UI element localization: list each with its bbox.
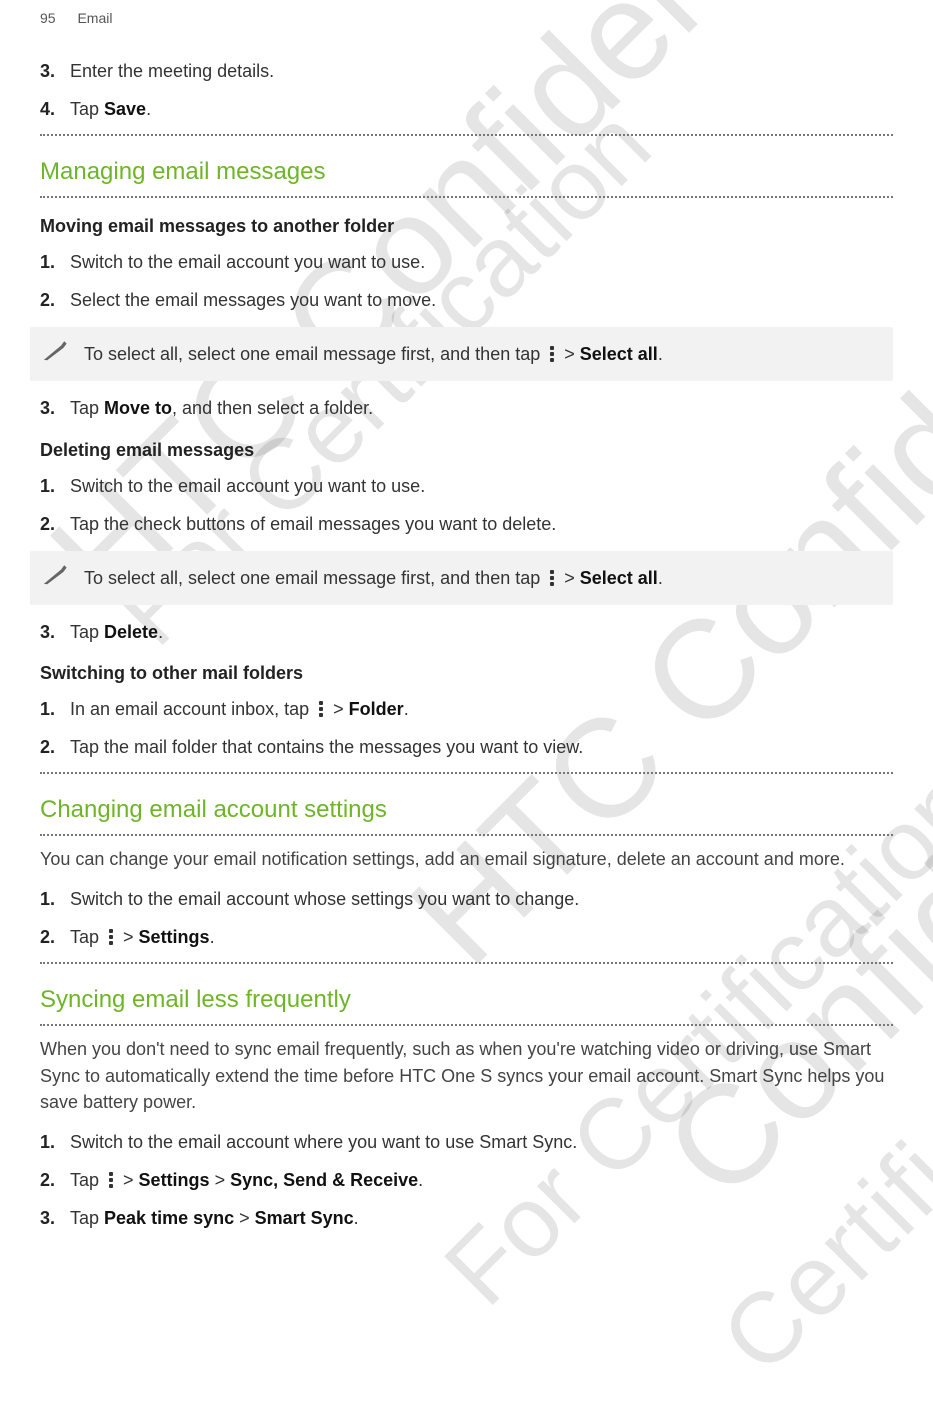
step-text: Enter the meeting details. xyxy=(70,61,274,81)
ui-label: Smart Sync xyxy=(255,1208,354,1228)
step-text: > xyxy=(118,927,139,947)
step-item: 1.Switch to the email account you want t… xyxy=(70,473,893,499)
step-item: 1. In an email account inbox, tap > Fold… xyxy=(70,696,893,722)
tip-text: . xyxy=(658,344,663,364)
ui-label: Settings xyxy=(139,927,210,947)
step-text: > xyxy=(234,1208,255,1228)
step-text: Tap xyxy=(70,1170,104,1190)
step-text: . xyxy=(354,1208,359,1228)
step-text: Tap the check buttons of email messages … xyxy=(70,514,556,534)
pen-icon xyxy=(37,337,72,366)
step-item: 2.Select the email messages you want to … xyxy=(70,287,893,313)
ui-label: Settings xyxy=(139,1170,210,1190)
step-text: > xyxy=(210,1170,231,1190)
step-text: . xyxy=(146,99,151,119)
step-text: Switch to the email account you want to … xyxy=(70,252,425,272)
overflow-menu-icon xyxy=(106,1172,116,1188)
intro-text: When you don't need to sync email freque… xyxy=(40,1036,893,1114)
ui-label: Peak time sync xyxy=(104,1208,234,1228)
section-heading: Managing email messages xyxy=(40,158,893,186)
tip-text: To select all, select one email message … xyxy=(84,344,545,364)
step-text: Switch to the email account you want to … xyxy=(70,476,425,496)
step-item: 2. Tap > Settings > Sync, Send & Receive… xyxy=(70,1167,893,1193)
step-text: Switch to the email account whose settin… xyxy=(70,889,579,909)
ui-label: Sync, Send & Receive xyxy=(230,1170,418,1190)
step-text: Tap xyxy=(70,927,104,947)
ui-label: Save xyxy=(104,99,146,119)
section-heading: Changing email account settings xyxy=(40,796,893,824)
step-item: 3.Enter the meeting details. xyxy=(70,58,893,84)
ui-label: Select all xyxy=(580,568,658,588)
step-text: Select the email messages you want to mo… xyxy=(70,290,436,310)
step-item: 3. Tap Move to, and then select a folder… xyxy=(70,395,893,421)
step-text: Tap xyxy=(70,398,104,418)
overflow-menu-icon xyxy=(316,701,326,717)
intro-text: You can change your email notification s… xyxy=(40,846,893,872)
page-number: 95 xyxy=(40,10,56,26)
step-item: 3. Tap Delete. xyxy=(70,619,893,645)
step-item: 1.Switch to the email account whose sett… xyxy=(70,886,893,912)
tip-text: To select all, select one email message … xyxy=(84,568,545,588)
step-text: Tap xyxy=(70,99,104,119)
step-text: , and then select a folder. xyxy=(172,398,373,418)
tip-box: To select all, select one email message … xyxy=(30,327,893,381)
step-text: Tap xyxy=(70,622,104,642)
step-text: . xyxy=(404,699,409,719)
subsection-heading: Deleting email messages xyxy=(40,440,893,461)
ui-label: Folder xyxy=(349,699,404,719)
step-text: . xyxy=(158,622,163,642)
step-item: 3. Tap Peak time sync > Smart Sync. xyxy=(70,1205,893,1231)
section-name: Email xyxy=(77,10,112,26)
subsection-heading: Switching to other mail folders xyxy=(40,663,893,684)
step-text: Tap the mail folder that contains the me… xyxy=(70,737,583,757)
ui-label: Delete xyxy=(104,622,158,642)
subsection-heading: Moving email messages to another folder xyxy=(40,216,893,237)
step-text: Switch to the email account where you wa… xyxy=(70,1132,577,1152)
step-item: 1.Switch to the email account where you … xyxy=(70,1129,893,1155)
section-heading: Syncing email less frequently xyxy=(40,986,893,1014)
overflow-menu-icon xyxy=(547,570,557,586)
step-item: 2.Tap the check buttons of email message… xyxy=(70,511,893,537)
tip-text: > xyxy=(559,568,580,588)
step-item: 4. Tap Save. xyxy=(70,96,893,122)
step-text: . xyxy=(418,1170,423,1190)
overflow-menu-icon xyxy=(106,929,116,945)
pen-icon xyxy=(37,560,72,589)
tip-text: > xyxy=(559,344,580,364)
step-text: . xyxy=(210,927,215,947)
ui-label: Select all xyxy=(580,344,658,364)
step-text: > xyxy=(118,1170,139,1190)
step-item: 2.Tap the mail folder that contains the … xyxy=(70,734,893,760)
step-text: Tap xyxy=(70,1208,104,1228)
ui-label: Move to xyxy=(104,398,172,418)
step-item: 1.Switch to the email account you want t… xyxy=(70,249,893,275)
tip-box: To select all, select one email message … xyxy=(30,551,893,605)
step-text: In an email account inbox, tap xyxy=(70,699,314,719)
tip-text: . xyxy=(658,568,663,588)
page-header: 95 Email xyxy=(40,0,893,46)
step-text: > xyxy=(328,699,349,719)
overflow-menu-icon xyxy=(547,346,557,362)
step-item: 2. Tap > Settings. xyxy=(70,924,893,950)
